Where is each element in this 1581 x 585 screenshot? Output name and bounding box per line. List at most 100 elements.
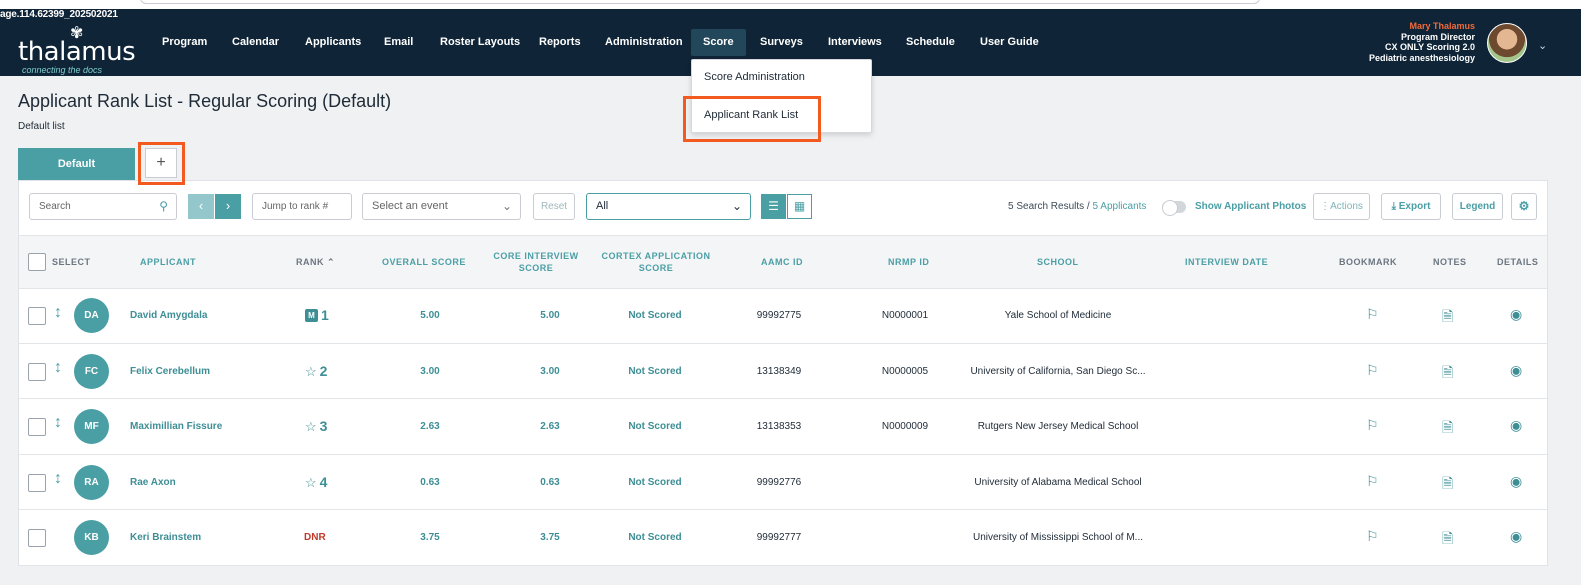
filter-value: All bbox=[596, 200, 609, 212]
drag-handle-icon[interactable]: ↕ bbox=[54, 359, 62, 377]
nav-applicants[interactable]: Applicants bbox=[293, 29, 373, 56]
filter-select[interactable]: All ⌄ bbox=[586, 193, 751, 220]
core-interview-score: 0.63 bbox=[540, 477, 560, 488]
bookmark-icon[interactable]: ⚐ bbox=[1366, 362, 1379, 379]
school: University of Mississippi School of M... bbox=[972, 532, 1144, 543]
eye-icon[interactable]: ◉ bbox=[1510, 362, 1522, 379]
prev-page-button[interactable]: ‹ bbox=[188, 194, 214, 219]
nav-calendar[interactable]: Calendar bbox=[220, 29, 291, 56]
col-interview-date[interactable]: INTERVIEW DATE bbox=[1185, 256, 1268, 268]
aamc-id: 99992775 bbox=[756, 310, 802, 321]
col-applicant[interactable]: APPLICANT bbox=[140, 256, 196, 268]
applicant-initials-avatar: KB bbox=[74, 520, 109, 555]
search-icon: ⚲ bbox=[159, 199, 168, 213]
nav-program[interactable]: Program bbox=[150, 29, 219, 56]
nav-reports[interactable]: Reports bbox=[527, 29, 593, 56]
search-input[interactable]: Search ⚲ bbox=[29, 193, 177, 220]
applicant-name-link[interactable]: David Amygdala bbox=[130, 310, 207, 321]
nav-interviews[interactable]: Interviews bbox=[816, 29, 894, 56]
table-row[interactable]: KB Keri Brainstem DNR 3.75 3.75 Not Scor… bbox=[19, 511, 1547, 566]
col-nrmp-id[interactable]: NRMP ID bbox=[888, 256, 929, 268]
eye-icon[interactable]: ◉ bbox=[1510, 473, 1522, 490]
row-checkbox[interactable] bbox=[28, 418, 46, 436]
search-placeholder: Search bbox=[39, 201, 71, 212]
notes-icon[interactable]: 🗎 bbox=[1442, 417, 1453, 441]
export-button[interactable]: ⤓ Export bbox=[1381, 193, 1441, 220]
star-icon[interactable]: ☆ bbox=[305, 475, 317, 490]
row-checkbox[interactable] bbox=[28, 529, 46, 547]
overall-score: 3.00 bbox=[420, 366, 440, 377]
avatar[interactable] bbox=[1487, 23, 1527, 63]
applicant-name-link[interactable]: Maximillian Fissure bbox=[130, 421, 222, 432]
nav-schedule[interactable]: Schedule bbox=[894, 29, 967, 56]
drag-handle-icon[interactable]: ↕ bbox=[54, 414, 62, 432]
eye-icon[interactable]: ◉ bbox=[1510, 528, 1522, 545]
address-bar[interactable] bbox=[140, 0, 1260, 4]
bookmark-icon[interactable]: ⚐ bbox=[1366, 306, 1379, 323]
drag-handle-icon[interactable]: ↕ bbox=[54, 304, 62, 322]
applicant-name-link[interactable]: Keri Brainstem bbox=[130, 532, 201, 543]
bookmark-icon[interactable]: ⚐ bbox=[1366, 417, 1379, 434]
nav-user-guide[interactable]: User Guide bbox=[968, 29, 1051, 56]
cortex-application-score: Not Scored bbox=[628, 366, 682, 377]
col-notes: NOTES bbox=[1433, 257, 1467, 267]
select-all-checkbox[interactable] bbox=[28, 253, 46, 271]
row-checkbox[interactable] bbox=[28, 363, 46, 381]
row-checkbox[interactable] bbox=[28, 307, 46, 325]
table-row[interactable]: ↕ MF Maximillian Fissure ☆ 3 2.63 2.63 No… bbox=[19, 400, 1547, 455]
col-overall-score[interactable]: OVERALL SCORE bbox=[382, 256, 466, 268]
table-header: SELECT APPLICANT RANK ⌃ OVERALL SCORE CO… bbox=[19, 235, 1547, 289]
nrmp-id: N0000009 bbox=[881, 421, 929, 432]
col-rank[interactable]: RANK ⌃ bbox=[296, 256, 335, 268]
col-aamc-id[interactable]: AAMC ID bbox=[761, 256, 803, 268]
chevron-down-icon[interactable]: ⌄ bbox=[1538, 39, 1547, 52]
legend-button[interactable]: Legend bbox=[1452, 193, 1503, 220]
col-cortex-line2: SCORE bbox=[638, 263, 674, 273]
nav-roster-layouts[interactable]: Roster Layouts bbox=[428, 29, 532, 56]
table-row[interactable]: ↕ FC Felix Cerebellum ☆ 2 3.00 3.00 Not S… bbox=[19, 344, 1547, 399]
overall-score: 3.75 bbox=[420, 532, 440, 543]
notes-icon[interactable]: 🗎 bbox=[1442, 362, 1453, 386]
star-icon[interactable]: ☆ bbox=[305, 419, 317, 434]
nav-surveys[interactable]: Surveys bbox=[748, 29, 815, 56]
table-row[interactable]: ↕ DA David Amygdala M1 5.00 5.00 Not Sco… bbox=[19, 289, 1547, 344]
applicant-name-link[interactable]: Rae Axon bbox=[130, 477, 176, 488]
settings-gear-icon[interactable]: ⚙ bbox=[1511, 193, 1537, 220]
nav-email[interactable]: Email bbox=[372, 29, 425, 56]
tab-default[interactable]: Default bbox=[18, 148, 135, 180]
bookmark-icon[interactable]: ⚐ bbox=[1366, 473, 1379, 490]
applicant-name-link[interactable]: Felix Cerebellum bbox=[130, 366, 210, 377]
nav-score[interactable]: Score bbox=[691, 29, 746, 56]
jump-to-rank-input[interactable]: Jump to rank # bbox=[252, 193, 352, 220]
row-checkbox[interactable] bbox=[28, 474, 46, 492]
next-page-button[interactable]: › bbox=[215, 194, 241, 219]
notes-icon[interactable]: 🗎 bbox=[1442, 306, 1453, 330]
col-school[interactable]: SCHOOL bbox=[1037, 256, 1079, 268]
aamc-id: 99992777 bbox=[756, 532, 802, 543]
drag-handle-icon[interactable]: ↕ bbox=[54, 470, 62, 488]
col-core-interview-score[interactable]: CORE INTERVIEW SCORE bbox=[489, 250, 583, 274]
notes-icon[interactable]: 🗎 bbox=[1442, 528, 1453, 552]
thalamus-logo[interactable]: ✾ thalamus connecting the docs bbox=[18, 23, 136, 75]
bookmark-icon[interactable]: ⚐ bbox=[1366, 528, 1379, 545]
event-select[interactable]: Select an event ⌄ bbox=[362, 193, 521, 220]
actions-button[interactable]: ⋮Actions bbox=[1313, 193, 1370, 220]
overall-score: 5.00 bbox=[420, 310, 440, 321]
cortex-application-score: Not Scored bbox=[628, 532, 682, 543]
show-photos-toggle[interactable] bbox=[1162, 200, 1186, 216]
menu-score-administration[interactable]: Score Administration bbox=[704, 71, 805, 83]
applicant-initials-avatar: DA bbox=[74, 298, 109, 333]
user-info[interactable]: Mary Thalamus Program Director CX ONLY S… bbox=[1369, 21, 1475, 63]
col-cortex-application-score[interactable]: CORTEX APPLICATION SCORE bbox=[597, 250, 715, 274]
list-view-icon[interactable]: ☰ bbox=[761, 194, 786, 219]
applicants-count-link[interactable]: 5 Applicants bbox=[1093, 201, 1147, 212]
grid-view-icon[interactable]: ▦ bbox=[787, 194, 812, 219]
table-row[interactable]: ↕ RA Rae Axon ☆ 4 0.63 0.63 Not Scored 99… bbox=[19, 455, 1547, 510]
star-icon[interactable]: ☆ bbox=[305, 364, 317, 379]
notes-icon[interactable]: 🗎 bbox=[1442, 473, 1453, 497]
eye-icon[interactable]: ◉ bbox=[1510, 417, 1522, 434]
school: University of California, San Diego Sc..… bbox=[970, 366, 1146, 377]
eye-icon[interactable]: ◉ bbox=[1510, 306, 1522, 323]
reset-button[interactable]: Reset bbox=[533, 193, 575, 220]
nav-administration[interactable]: Administration bbox=[593, 29, 695, 56]
